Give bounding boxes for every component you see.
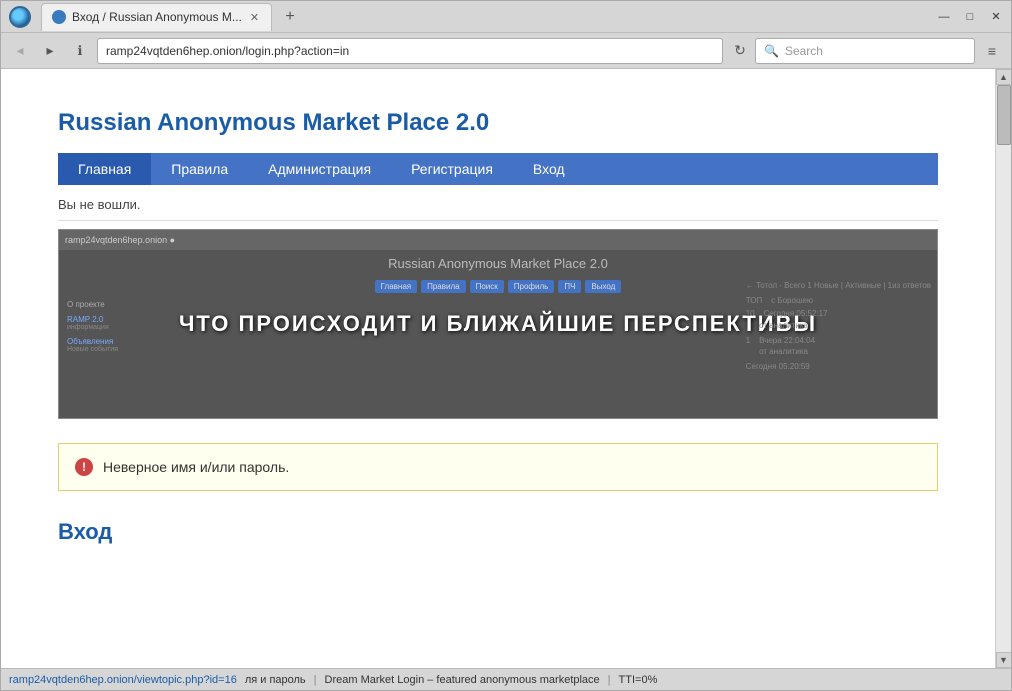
scrollbar-thumb[interactable]: [997, 85, 1011, 145]
status-bar: ramp24vqtden6hep.onion/viewtopic.php?id=…: [1, 668, 1011, 690]
maximize-button[interactable]: □: [963, 10, 977, 24]
banner-nav-pm: ПЧ: [558, 280, 581, 293]
scrollbar-down-button[interactable]: ▼: [996, 652, 1012, 668]
scroll-up-icon: ▲: [999, 72, 1008, 82]
url-text: ramp24vqtden6hep.onion/login.php?action=…: [106, 44, 349, 58]
banner-top-bar: ramp24vqtden6hep.onion ●: [59, 230, 937, 250]
error-icon: !: [75, 458, 93, 476]
close-window-button[interactable]: ✕: [989, 10, 1003, 24]
status-percent: TTI=0%: [619, 674, 658, 686]
not-logged-in-text: Вы не вошли.: [58, 197, 141, 212]
tab-favicon-icon: [52, 10, 66, 24]
nav-item-admin[interactable]: Администрация: [248, 153, 391, 185]
site-banner: ramp24vqtden6hep.onion ● Russian Anonymo…: [58, 229, 938, 419]
new-tab-button[interactable]: +: [278, 5, 302, 29]
not-logged-in-notice: Вы не вошли.: [58, 197, 938, 221]
browser-window: Вход / Russian Anonymous M... ✕ + — □ ✕ …: [0, 0, 1012, 691]
address-bar[interactable]: ramp24vqtden6hep.onion/login.php?action=…: [97, 38, 723, 64]
scroll-down-icon: ▼: [999, 655, 1008, 665]
refresh-icon: ↻: [734, 42, 746, 59]
refresh-button[interactable]: ↻: [729, 40, 751, 62]
nav-item-login[interactable]: Вход: [513, 153, 585, 185]
banner-screenshot: ramp24vqtden6hep.onion ● Russian Anonymo…: [59, 230, 937, 418]
banner-top-text: ramp24vqtden6hep.onion ●: [65, 235, 175, 245]
site-title: Russian Anonymous Market Place 2.0: [58, 109, 938, 137]
status-middle: ля и пароль: [245, 674, 306, 686]
scrollbar-up-button[interactable]: ▲: [996, 69, 1012, 85]
page-inner: Russian Anonymous Market Place 2.0 Главн…: [1, 89, 995, 668]
status-right: Dream Market Login – featured anonymous …: [325, 674, 600, 686]
banner-left-items: О проекте RAMP 2.0 информация Объявления…: [67, 300, 118, 353]
error-message-box: ! Неверное имя и/или пароль.: [58, 443, 938, 491]
browser-logo-icon: [9, 6, 31, 28]
back-arrow-icon: ◂: [16, 42, 23, 59]
banner-nav-search: Поиск: [470, 280, 504, 293]
site-container: Russian Anonymous Market Place 2.0 Главн…: [38, 89, 958, 565]
active-tab[interactable]: Вход / Russian Anonymous M... ✕: [41, 3, 272, 31]
site-navigation: Главная Правила Администрация Регистраци…: [58, 153, 938, 185]
banner-nav-rules: Правила: [421, 280, 465, 293]
nav-item-rules[interactable]: Правила: [151, 153, 248, 185]
title-bar: Вход / Russian Anonymous M... ✕ + — □ ✕: [1, 1, 1011, 33]
banner-nav-home: Главная: [375, 280, 417, 293]
banner-nav-logout: Выход: [585, 280, 621, 293]
hamburger-icon: ≡: [988, 43, 996, 59]
browser-menu-button[interactable]: ≡: [979, 38, 1005, 64]
info-icon: ℹ: [78, 43, 83, 59]
title-bar-left: Вход / Russian Anonymous M... ✕ +: [9, 3, 302, 31]
status-link: ramp24vqtden6hep.onion/viewtopic.php?id=…: [9, 674, 237, 686]
close-tab-button[interactable]: ✕: [248, 11, 261, 24]
status-separator: |: [314, 674, 317, 686]
nav-item-register[interactable]: Регистрация: [391, 153, 513, 185]
forward-button[interactable]: ▸: [37, 38, 63, 64]
banner-site-title-inner: Russian Anonymous Market Place 2.0: [59, 250, 937, 277]
scrollbar-thumb-area: [996, 85, 1011, 652]
forward-arrow-icon: ▸: [46, 42, 53, 59]
window-controls: — □ ✕: [937, 10, 1003, 24]
login-heading: Вход: [58, 519, 938, 545]
nav-item-home[interactable]: Главная: [58, 153, 151, 185]
content-area: Russian Anonymous Market Place 2.0 Главн…: [1, 69, 1011, 668]
page-content: Russian Anonymous Market Place 2.0 Главн…: [1, 69, 995, 668]
info-button[interactable]: ℹ: [67, 38, 93, 64]
banner-nav-profile: Профиль: [508, 280, 555, 293]
minimize-button[interactable]: —: [937, 10, 951, 24]
search-bar[interactable]: 🔍 Search: [755, 38, 975, 64]
banner-table-info: ← Тотол · Всего 1 Новые | Активные | 1из…: [746, 280, 931, 372]
navigation-bar: ◂ ▸ ℹ ramp24vqtden6hep.onion/login.php?a…: [1, 33, 1011, 69]
scrollbar[interactable]: ▲ ▼: [995, 69, 1011, 668]
error-text: Неверное имя и/или пароль.: [103, 459, 289, 475]
search-icon: 🔍: [764, 44, 779, 58]
status-separator2: |: [608, 674, 611, 686]
back-button[interactable]: ◂: [7, 38, 33, 64]
tab-title: Вход / Russian Anonymous M...: [72, 10, 242, 24]
search-placeholder-text: Search: [785, 44, 823, 58]
